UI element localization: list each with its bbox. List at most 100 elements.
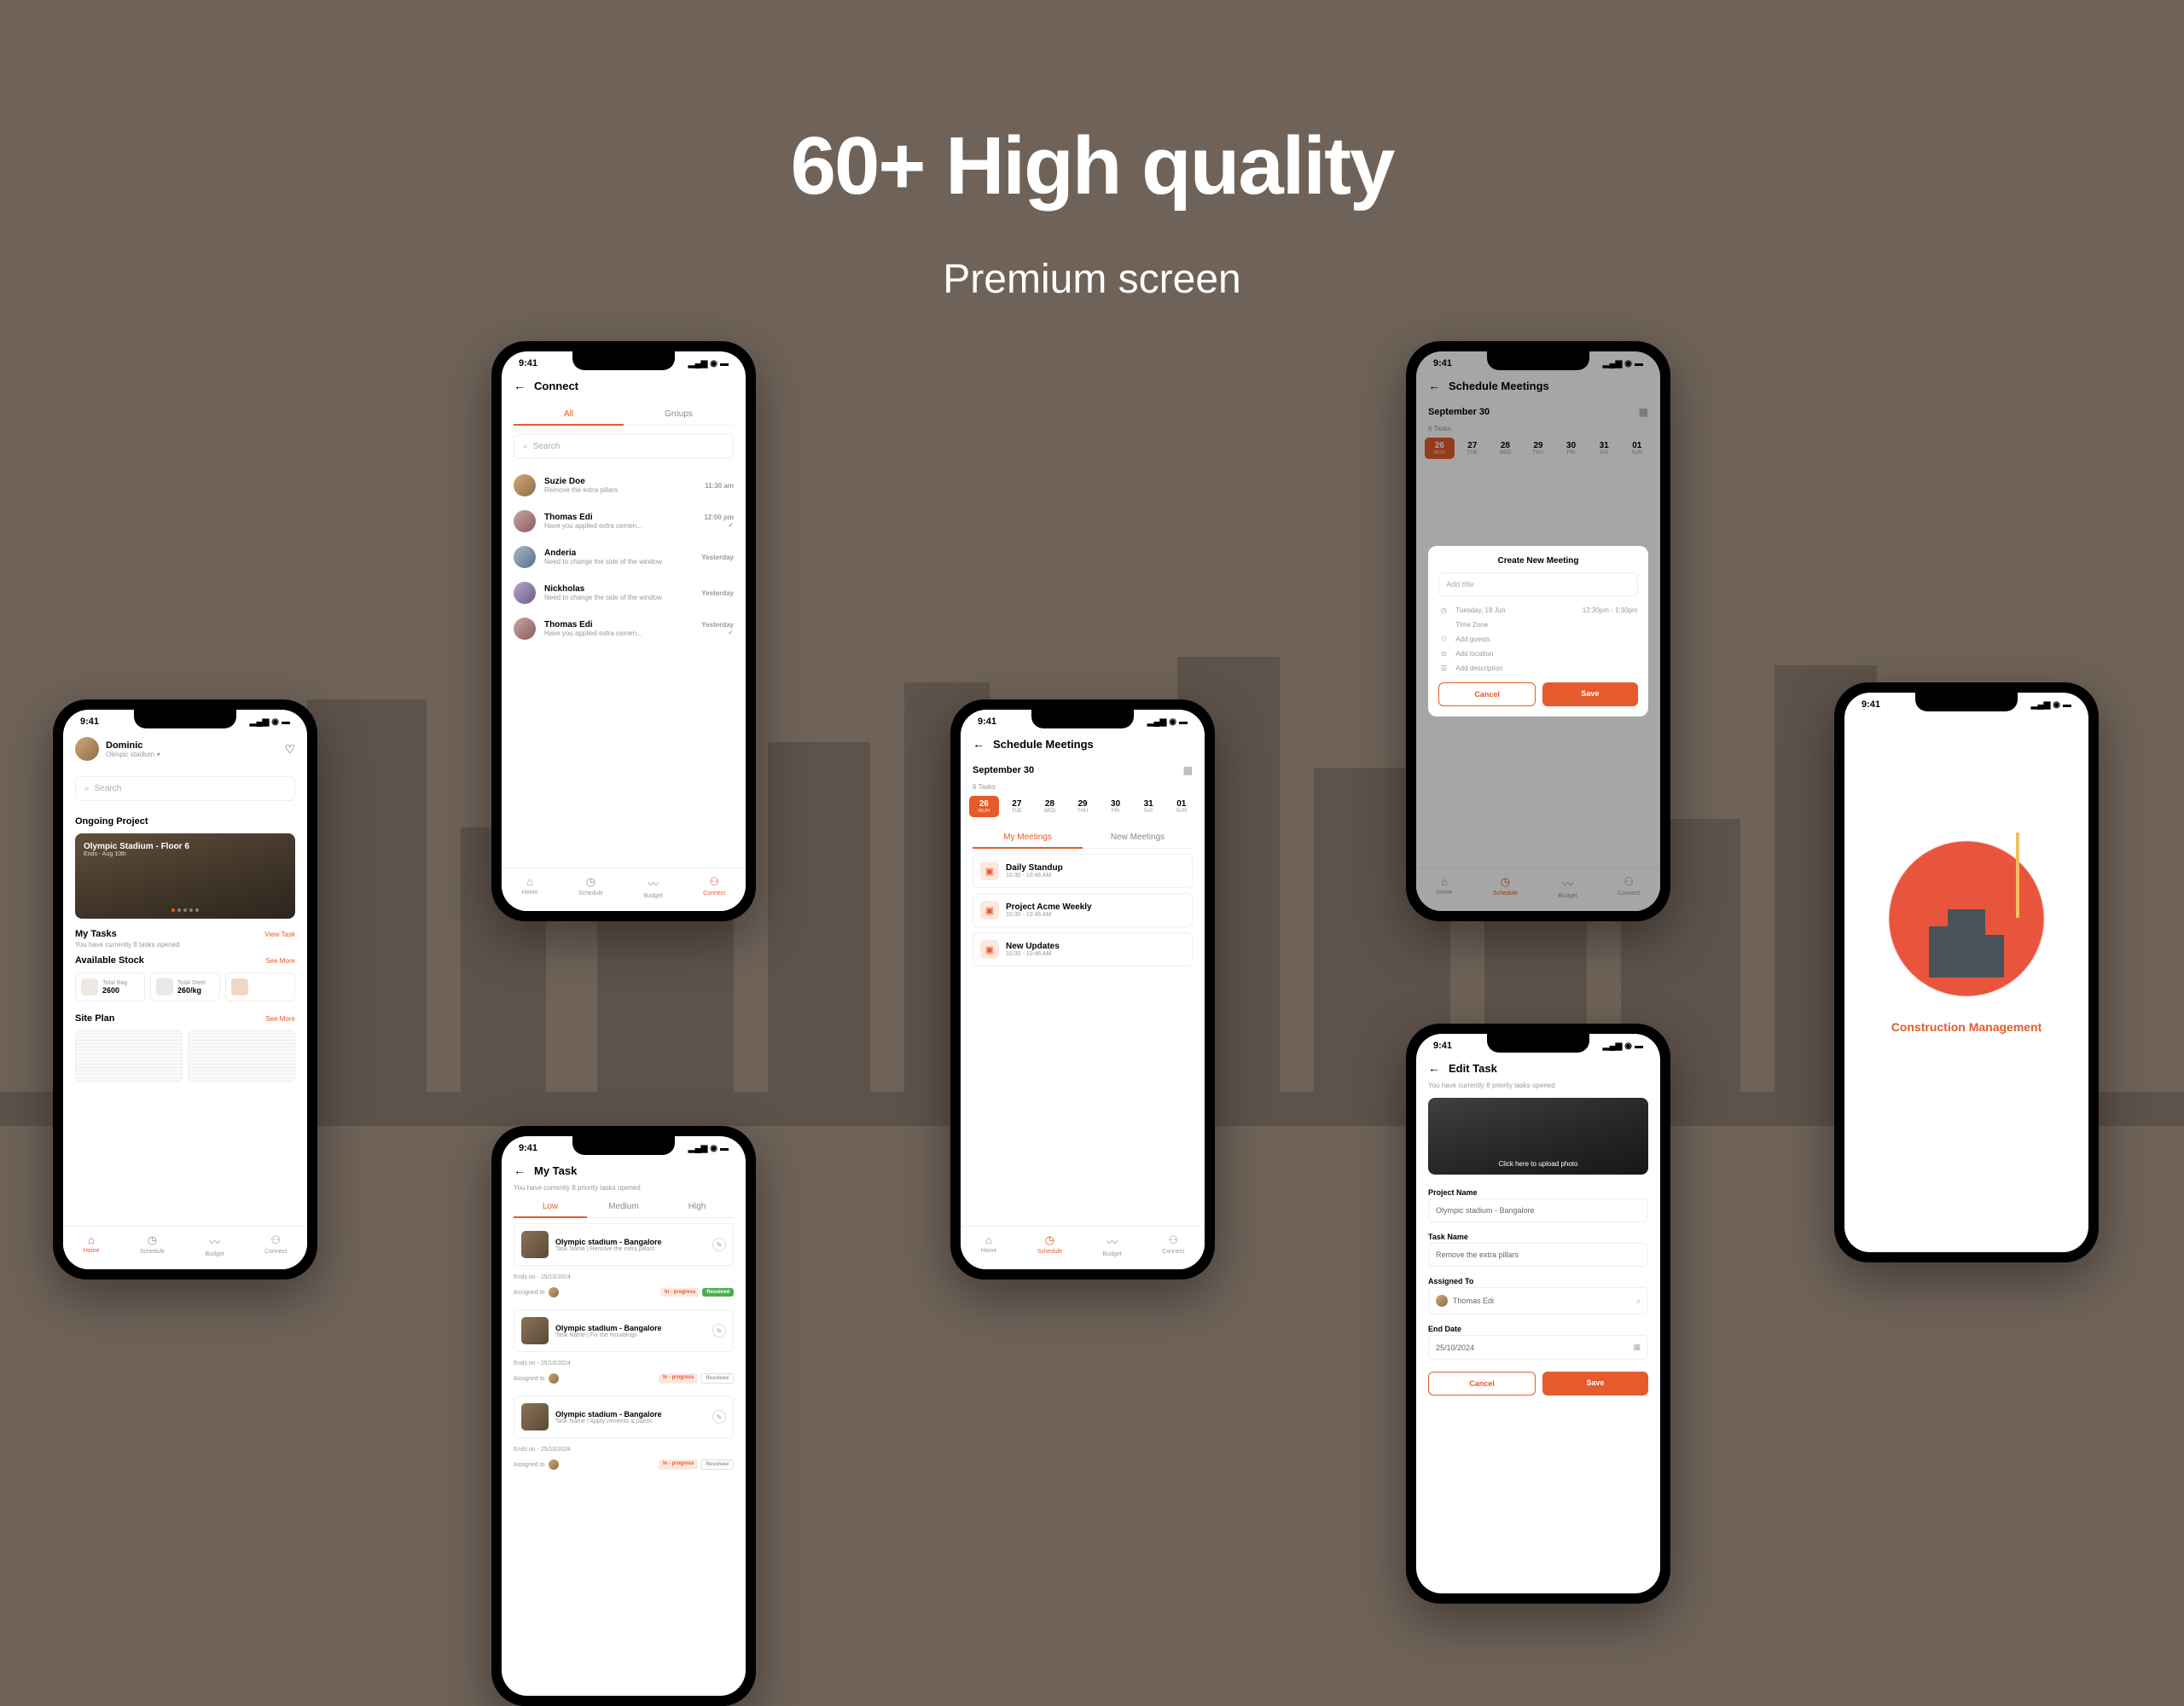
edit-icon[interactable]: ✎: [712, 1238, 726, 1251]
location-input[interactable]: Add location: [1455, 650, 1493, 658]
cancel-button[interactable]: Cancel: [1428, 1372, 1536, 1396]
back-arrow-icon[interactable]: ←: [514, 1163, 526, 1177]
contact-row[interactable]: Thomas EdiHave you applied extra cemen..…: [502, 503, 746, 539]
task-card[interactable]: Olympic stadium - BangaloreTask Name | A…: [514, 1396, 734, 1438]
back-arrow-icon[interactable]: ←: [973, 737, 985, 751]
stock-card[interactable]: [225, 972, 295, 1001]
stock-card[interactable]: Total Bag2600: [75, 972, 145, 1001]
hero-title: 60+ High quality: [791, 119, 1394, 213]
meeting-row[interactable]: ▣ Daily Standup10:30 - 10:46 AM: [973, 854, 1193, 888]
date-cell[interactable]: 27TUE: [1002, 796, 1032, 817]
title-input[interactable]: Add title: [1438, 572, 1637, 596]
date-cell[interactable]: 29THU: [1068, 796, 1098, 817]
nav-home[interactable]: ⌂Home: [522, 875, 538, 899]
mytasks-title: My Tasks: [75, 929, 117, 939]
date-cell[interactable]: 31SAT: [1134, 796, 1164, 817]
date-label[interactable]: Tuesday, 18 Jun: [1455, 606, 1575, 614]
back-arrow-icon[interactable]: ←: [1428, 1061, 1440, 1075]
contact-row[interactable]: Thomas EdiHave you applied extra cemen..…: [502, 611, 746, 647]
avatar: [514, 510, 536, 532]
assigned-to-input[interactable]: Thomas Edi ⌕: [1428, 1287, 1648, 1314]
time-label[interactable]: 12:30pm - 1:30pm: [1583, 606, 1638, 614]
assignee-avatar: [1436, 1295, 1448, 1307]
siteplan-thumb[interactable]: [75, 1030, 183, 1082]
save-button[interactable]: Save: [1542, 682, 1638, 706]
nav-budget[interactable]: 〰Budget: [206, 1233, 224, 1257]
tab-new-meetings[interactable]: New Meetings: [1083, 827, 1193, 849]
filter-low[interactable]: Low: [514, 1197, 587, 1218]
contact-row[interactable]: NickholasNeed to change the side of the …: [502, 575, 746, 611]
contact-row[interactable]: Suzie DoeRemove the extra pillars 11:30 …: [502, 467, 746, 503]
stock-more-link[interactable]: See More: [265, 957, 295, 965]
nav-schedule[interactable]: ◷Schedule: [578, 875, 603, 899]
filter-high[interactable]: High: [660, 1197, 734, 1218]
project-card[interactable]: Olympic Stadium - Floor 6 Ends - Aug 10t…: [75, 833, 295, 919]
siteplan-more-link[interactable]: See More: [265, 1015, 295, 1023]
stock-card[interactable]: Total Steel260/kg: [150, 972, 220, 1001]
clock-icon: ◷: [148, 1233, 157, 1247]
save-button[interactable]: Save: [1542, 1372, 1648, 1396]
guests-input[interactable]: Add guests: [1455, 635, 1490, 643]
battery-icon: ▬: [282, 717, 290, 727]
status-icons: ▂▄▆◉▬: [2031, 700, 2071, 710]
date-cell[interactable]: 26MON: [969, 796, 999, 817]
nav-home[interactable]: ⌂Home: [84, 1233, 100, 1257]
task-card[interactable]: Olympic stadium - BangaloreTask Name | F…: [514, 1309, 734, 1352]
bell-icon[interactable]: ♡: [284, 742, 295, 757]
progress-badge: In - progress: [659, 1373, 698, 1384]
page-subtitle: You have currently 8 priority tasks open…: [1416, 1082, 1660, 1089]
date-cell[interactable]: 30FRI: [1101, 796, 1130, 817]
desc-input[interactable]: Add description: [1455, 664, 1502, 672]
tab-all[interactable]: All: [514, 404, 624, 426]
view-task-link[interactable]: View Task: [264, 931, 295, 938]
calendar-icon[interactable]: ▦: [1633, 1343, 1641, 1352]
date-strip[interactable]: 26MON 27TUE 28WED 29THU 30FRI 31SAT 01SU…: [961, 791, 1205, 822]
nav-connect[interactable]: ⚇Connect: [1162, 1233, 1184, 1257]
tab-my-meetings[interactable]: My Meetings: [973, 827, 1083, 849]
status-time: 9:41: [519, 1143, 537, 1153]
upload-photo-box[interactable]: Click here to upload photo: [1428, 1098, 1648, 1175]
date-cell[interactable]: 01SUN: [1166, 796, 1196, 817]
chart-icon: 〰: [1107, 1233, 1118, 1250]
nav-connect[interactable]: ⚇Connect: [703, 875, 725, 899]
brick-icon: [231, 978, 248, 995]
location-dropdown[interactable]: Olimpic stadium ▾: [106, 751, 160, 758]
clock-icon: ◷: [1438, 606, 1449, 614]
nav-budget[interactable]: 〰Budget: [1103, 1233, 1122, 1257]
search-input[interactable]: ⌕ Search: [514, 434, 734, 459]
search-icon[interactable]: ⌕: [1636, 1297, 1641, 1306]
cancel-button[interactable]: Cancel: [1438, 682, 1536, 706]
edit-icon[interactable]: ✎: [712, 1410, 726, 1424]
end-date-input[interactable]: 25/10/2024 ▦: [1428, 1335, 1648, 1360]
meeting-row[interactable]: ▣ Project Acme Weekly10:30 - 10:46 AM: [973, 893, 1193, 927]
siteplan-thumb[interactable]: [188, 1030, 295, 1082]
user-avatar[interactable]: [75, 737, 99, 761]
avatar: [514, 618, 536, 640]
modal-overlay[interactable]: Create New Meeting Add title ◷ Tuesday, …: [1416, 351, 1660, 911]
tz-label[interactable]: Time Zone: [1455, 621, 1488, 629]
contact-row[interactable]: AnderiaNeed to change the side of the wi…: [502, 539, 746, 575]
tasks-sub: You have currently 8 tasks opened: [63, 941, 307, 949]
carousel-dots[interactable]: [171, 908, 199, 912]
nav-connect[interactable]: ⚇Connect: [264, 1233, 287, 1257]
calendar-icon[interactable]: ▦: [1183, 764, 1193, 776]
project-name-input[interactable]: Olympic stadium - Bangalore: [1428, 1198, 1648, 1222]
nav-schedule[interactable]: ◷Schedule: [1037, 1233, 1062, 1257]
filter-medium[interactable]: Medium: [587, 1197, 660, 1218]
nav-home[interactable]: ⌂Home: [981, 1233, 997, 1257]
task-card[interactable]: Olympic stadium - BangaloreTask Name | R…: [514, 1223, 734, 1266]
tab-groups[interactable]: Groups: [624, 404, 734, 426]
assigned-label: Assigned to: [514, 1376, 545, 1382]
ends-on-label: Ends on - 25/10/2024: [502, 1271, 746, 1280]
month-label: September 30: [973, 765, 1034, 775]
task-name-input[interactable]: Remove the extra pillars: [1428, 1243, 1648, 1267]
date-cell[interactable]: 28WED: [1035, 796, 1065, 817]
status-icons: ▂▄▆ ◉ ▬: [250, 717, 290, 727]
avatar: [514, 582, 536, 604]
back-arrow-icon[interactable]: ←: [514, 379, 526, 392]
nav-budget[interactable]: 〰Budget: [644, 875, 663, 899]
edit-icon[interactable]: ✎: [712, 1324, 726, 1338]
nav-schedule[interactable]: ◷Schedule: [140, 1233, 165, 1257]
search-input[interactable]: ⌕ Search: [75, 776, 295, 801]
meeting-row[interactable]: ▣ New Updates10:30 - 10:46 AM: [973, 932, 1193, 966]
